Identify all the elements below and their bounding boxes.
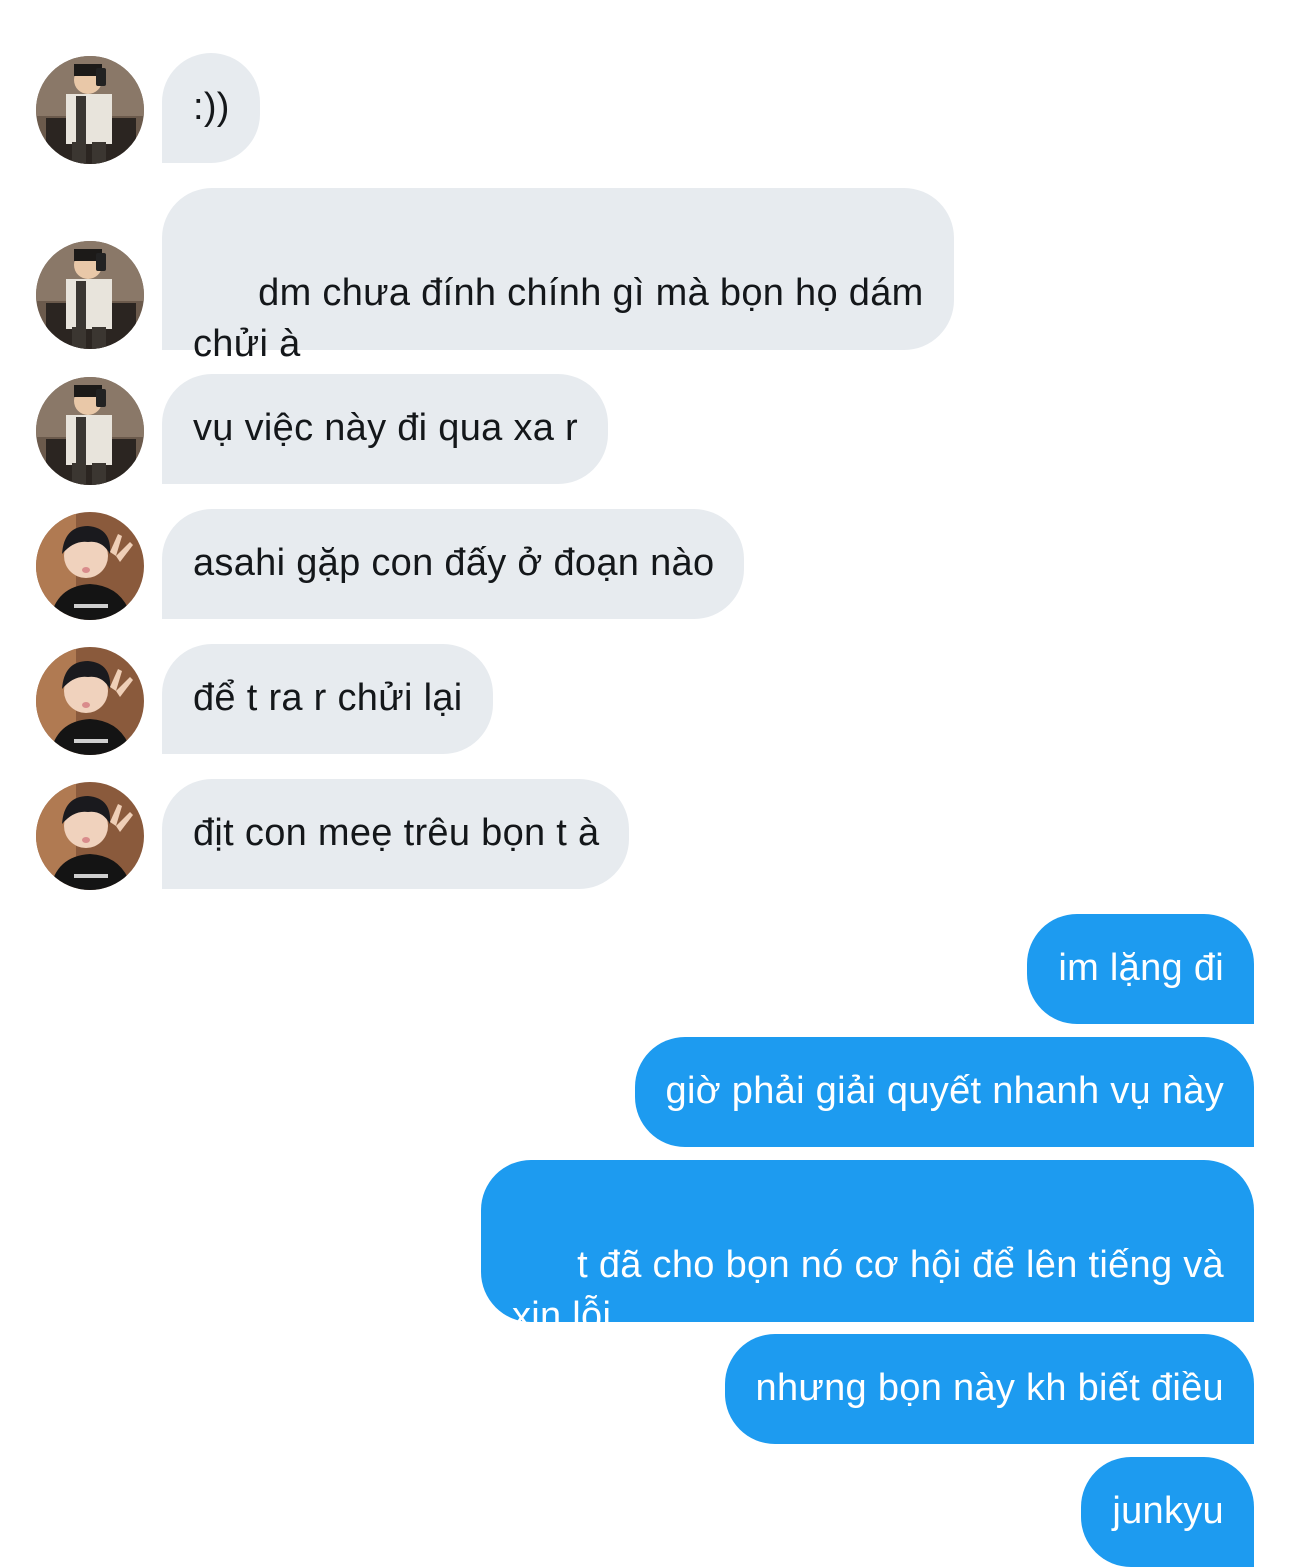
message-bubble-incoming[interactable]: :)): [162, 53, 260, 163]
message-bubble-incoming[interactable]: asahi gặp con đấy ở đoạn nào: [162, 509, 745, 619]
avatar-user-b-icon[interactable]: [36, 782, 144, 890]
message-text: nhưng bọn này kh biết điều: [755, 1367, 1224, 1409]
message-text: để t ra r chửi lại: [193, 677, 463, 719]
message-thread: :)) dm chưa đính chính gì mà bọn họ dám …: [0, 0, 1290, 1567]
message-bubble-incoming[interactable]: vụ việc này đi qua xa r: [162, 374, 608, 484]
message-bubble-outgoing[interactable]: junkyu: [1081, 1457, 1254, 1567]
message-text: vụ việc này đi qua xa r: [193, 407, 578, 449]
avatar-user-b-icon[interactable]: [36, 647, 144, 755]
message-text: dm chưa đính chính gì mà bọn họ dám chửi…: [193, 272, 924, 365]
message-bubble-outgoing[interactable]: nhưng bọn này kh biết điều: [724, 1334, 1254, 1444]
message-text: địt con meẹ trêu bọn t à: [193, 812, 600, 854]
message-bubble-outgoing[interactable]: im lặng đi: [1027, 914, 1254, 1024]
avatar-user-b-icon[interactable]: [36, 512, 144, 620]
message-bubble-incoming[interactable]: địt con meẹ trêu bọn t à: [162, 779, 630, 889]
message-bubble-outgoing[interactable]: giờ phải giải quyết nhanh vụ này: [634, 1037, 1254, 1147]
message-text: giờ phải giải quyết nhanh vụ này: [665, 1070, 1224, 1112]
message-text: im lặng đi: [1058, 947, 1224, 989]
message-bubble-outgoing[interactable]: t đã cho bọn nó cơ hội để lên tiếng và x…: [480, 1160, 1254, 1337]
message-bubble-incoming[interactable]: dm chưa đính chính gì mà bọn họ dám chửi…: [162, 188, 954, 365]
message-text: junkyu: [1112, 1490, 1224, 1532]
avatar-user-a-icon[interactable]: [36, 377, 144, 485]
message-text: :)): [193, 86, 230, 128]
message-bubble-incoming[interactable]: để t ra r chửi lại: [162, 644, 493, 754]
message-text: asahi gặp con đấy ở đoạn nào: [193, 542, 715, 584]
message-text: t đã cho bọn nó cơ hội để lên tiếng và x…: [511, 1244, 1224, 1337]
avatar-user-a-icon[interactable]: [36, 241, 144, 349]
avatar-user-a-icon[interactable]: [36, 56, 144, 164]
